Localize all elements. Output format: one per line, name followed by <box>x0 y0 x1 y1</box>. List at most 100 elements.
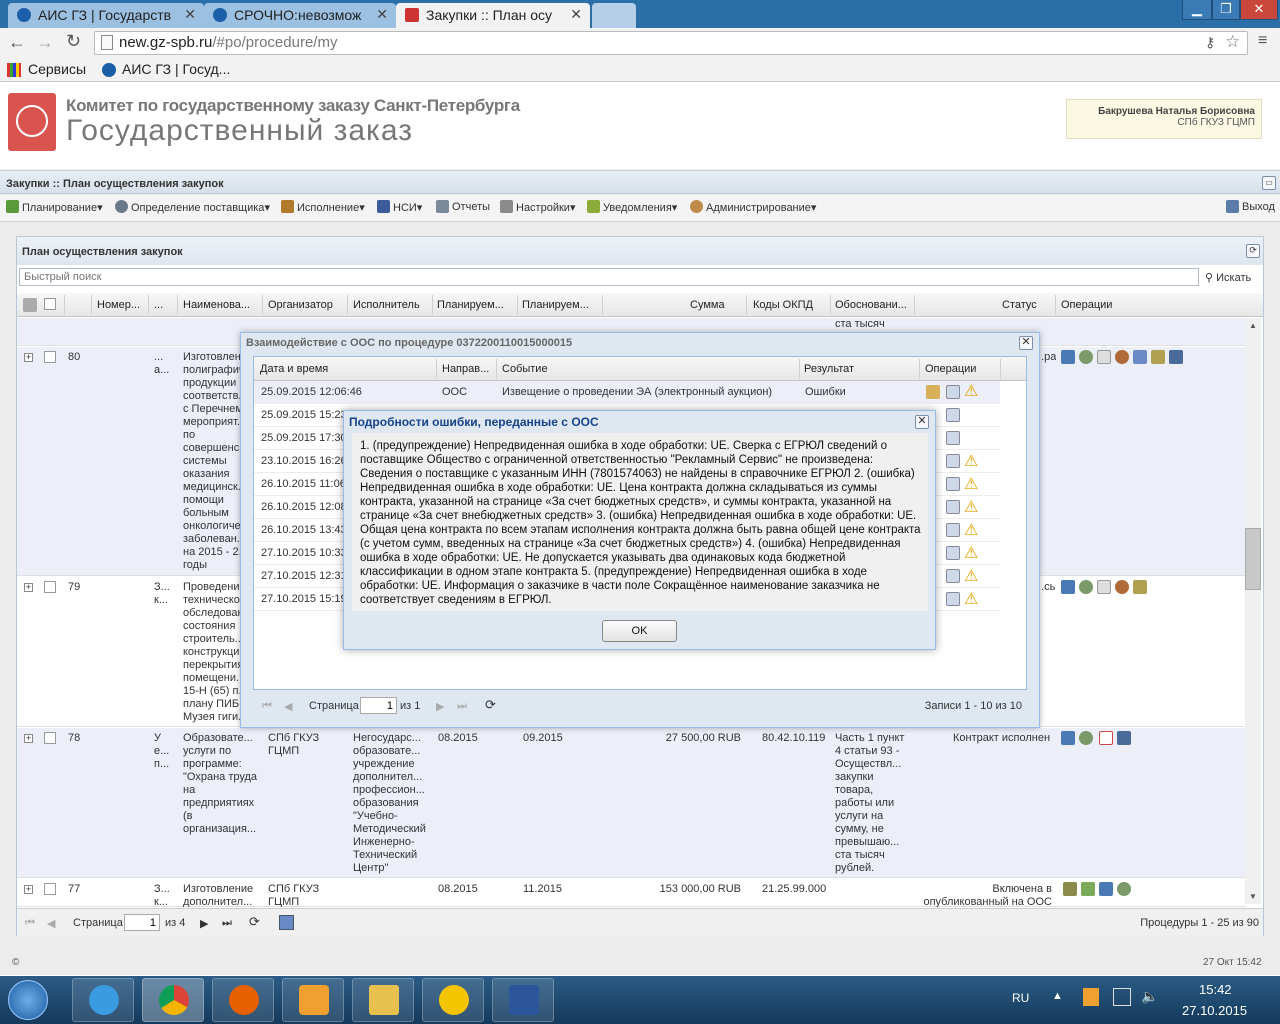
emblem-icon[interactable] <box>1115 350 1129 364</box>
pencil-icon[interactable] <box>1063 882 1077 896</box>
close-window-icon[interactable]: ✕ <box>1240 0 1278 20</box>
books-icon[interactable] <box>1169 350 1183 364</box>
save-icon[interactable] <box>279 915 294 930</box>
books-icon[interactable] <box>1117 731 1131 745</box>
last-page-icon[interactable]: ⏭ <box>457 700 467 713</box>
chart-icon[interactable] <box>1061 580 1075 594</box>
table-row[interactable]: + 78 У е... п... Образовате... услуги по… <box>17 728 1247 878</box>
col-okpd[interactable]: Коды ОКПД <box>753 299 813 311</box>
document-edit-icon[interactable] <box>946 431 960 445</box>
warning-icon[interactable]: ⚠ <box>964 474 978 494</box>
ooc-dialog-close-icon[interactable]: ✕ <box>1019 336 1033 350</box>
scroll-icon[interactable] <box>1151 350 1165 364</box>
col-name[interactable]: Наименова... <box>183 299 250 311</box>
menu-admin[interactable]: Администрирование▾ <box>690 200 816 214</box>
document-edit-icon[interactable] <box>946 569 960 583</box>
col-plan-start[interactable]: Планируем... <box>437 299 504 311</box>
next-page-icon[interactable]: ▶ <box>436 700 444 713</box>
col-datetime[interactable]: Дата и время <box>260 363 328 375</box>
warning-icon[interactable]: ⚠ <box>964 451 978 471</box>
document-edit-icon[interactable] <box>946 592 960 606</box>
document-edit-icon[interactable] <box>946 408 960 422</box>
document-edit-icon[interactable] <box>946 546 960 560</box>
gears-icon[interactable] <box>1079 731 1093 745</box>
scroll-icon[interactable] <box>1133 580 1147 594</box>
bookmark-star-icon[interactable]: ☆ <box>1225 32 1240 52</box>
scroll-down-icon[interactable]: ▼ <box>1249 892 1257 901</box>
show-hidden-icons-icon[interactable]: ▲ <box>1052 990 1063 1002</box>
chart-icon[interactable] <box>1061 731 1075 745</box>
grid-scrollbar[interactable] <box>1245 318 1261 904</box>
first-page-icon[interactable]: ⏮ <box>262 700 272 713</box>
logout-button[interactable]: Выход <box>1226 200 1275 213</box>
chart-icon[interactable] <box>1061 350 1075 364</box>
tray-app-icon[interactable] <box>1083 988 1099 1006</box>
col-number[interactable]: Номер... <box>97 299 140 311</box>
col-plan-end[interactable]: Планируем... <box>522 299 589 311</box>
warning-icon[interactable]: ⚠ <box>964 566 978 586</box>
menu-settings[interactable]: Настройки▾ <box>500 200 575 214</box>
ooc-row[interactable]: 25.09.2015 12:06:46 ООС Извещение о пров… <box>254 381 1000 404</box>
back-icon[interactable]: ← <box>8 32 26 53</box>
col-direction[interactable]: Направ... <box>442 363 489 375</box>
tab-close-icon[interactable]: ✕ <box>376 6 388 23</box>
warning-icon[interactable]: ⚠ <box>964 497 978 517</box>
menu-reports[interactable]: Отчеты <box>436 200 490 213</box>
next-page-icon[interactable]: ▶ <box>200 917 208 930</box>
package-icon[interactable] <box>926 385 940 399</box>
document-edit-icon[interactable] <box>946 385 960 399</box>
row-checkbox[interactable] <box>44 883 56 895</box>
document-edit-icon[interactable] <box>946 523 960 537</box>
chart-icon[interactable] <box>1099 882 1113 896</box>
taskbar-ie[interactable] <box>72 978 134 1022</box>
expand-icon[interactable]: + <box>24 353 33 362</box>
warning-icon[interactable]: ⚠ <box>964 520 978 540</box>
language-indicator[interactable]: RU <box>1012 991 1029 1005</box>
expand-icon[interactable]: + <box>24 583 33 592</box>
quick-search-input[interactable] <box>19 268 1199 286</box>
warning-icon[interactable]: ⚠ <box>964 543 978 563</box>
scrollbar-thumb[interactable] <box>1245 528 1261 590</box>
gears-icon[interactable] <box>1079 350 1093 364</box>
forward-icon[interactable]: → <box>36 32 54 53</box>
col-sum[interactable]: Сумма <box>690 299 725 311</box>
reload-icon[interactable]: ↻ <box>66 31 81 52</box>
address-bar[interactable]: new.gz-spb.ru/#po/procedure/my ⚷ ☆ <box>94 31 1248 55</box>
taskbar-firefox[interactable] <box>212 978 274 1022</box>
browser-tab-2[interactable]: СРОЧНО:невозмож ✕ <box>204 3 396 28</box>
menu-icon[interactable]: ≡ <box>1258 32 1267 50</box>
clock-time[interactable]: 15:42 <box>1199 982 1232 997</box>
col-result[interactable]: Результат <box>804 363 854 375</box>
clock-date[interactable]: 27.10.2015 <box>1182 1003 1247 1018</box>
filter-icon[interactable] <box>23 298 37 312</box>
maximize-icon[interactable]: ❐ <box>1212 0 1240 20</box>
minimize-icon[interactable]: ▁ <box>1182 0 1212 20</box>
refresh-icon[interactable]: ⟳ <box>485 697 496 713</box>
row-checkbox[interactable] <box>44 581 56 593</box>
taskbar-chrome[interactable] <box>142 978 204 1022</box>
prev-page-icon[interactable]: ◀ <box>284 700 292 713</box>
col-operations[interactable]: Операции <box>1061 299 1112 311</box>
col-basis[interactable]: Обосновани... <box>835 299 907 311</box>
taskbar-word[interactable] <box>492 978 554 1022</box>
ok-button[interactable]: OK <box>602 620 677 642</box>
select-all-checkbox[interactable] <box>44 298 56 310</box>
scroll-up-icon[interactable]: ▲ <box>1249 321 1257 330</box>
col-status[interactable]: Статус <box>1002 299 1037 311</box>
document-red-icon[interactable] <box>1099 731 1113 745</box>
menu-nsi[interactable]: НСИ▾ <box>377 200 422 214</box>
taskbar-outlook[interactable] <box>282 978 344 1022</box>
document-edit-icon[interactable] <box>946 454 960 468</box>
error-dialog-close-icon[interactable]: ✕ <box>915 415 929 429</box>
emblem-icon[interactable] <box>1115 580 1129 594</box>
col-short[interactable]: ... <box>154 299 163 311</box>
new-tab-button[interactable] <box>592 3 636 28</box>
page-number-input[interactable] <box>124 914 160 931</box>
expand-icon[interactable]: + <box>24 885 33 894</box>
col-executor[interactable]: Исполнитель <box>353 299 420 311</box>
money-icon[interactable] <box>1081 882 1095 896</box>
menu-planning[interactable]: Планирование▾ <box>6 200 103 214</box>
document-edit-icon[interactable] <box>946 500 960 514</box>
refresh-icon[interactable]: ⟳ <box>249 914 260 930</box>
last-page-icon[interactable]: ⏭ <box>222 917 232 930</box>
